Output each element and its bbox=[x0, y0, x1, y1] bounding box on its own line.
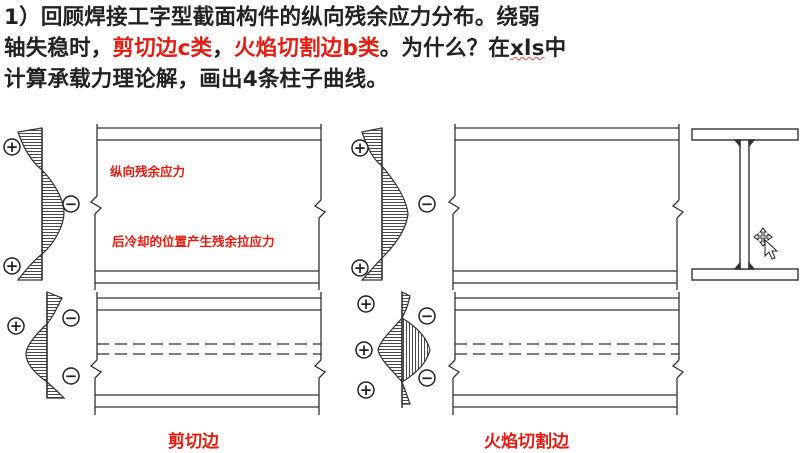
plus-icon: + bbox=[355, 341, 373, 359]
annotation-longitudinal-stress: 纵向残余应力 bbox=[110, 164, 185, 179]
minus-sign-label: − bbox=[65, 309, 78, 327]
minus-icon: − bbox=[418, 195, 436, 213]
stress-profile-top-right bbox=[360, 127, 409, 281]
plus-sign-label: + bbox=[354, 259, 367, 277]
minus-icon: − bbox=[62, 309, 80, 327]
plus-sign-label: + bbox=[10, 317, 23, 335]
minus-sign-label: − bbox=[65, 195, 78, 213]
minus-sign-label: − bbox=[421, 307, 434, 325]
move-cursor-icon bbox=[753, 227, 779, 260]
flange-plan-top-left bbox=[89, 124, 327, 290]
stress-profile-bottom-left bbox=[25, 291, 66, 399]
caption-flame-cut-edge: 火焰切割边 bbox=[484, 431, 570, 452]
plus-icon: + bbox=[7, 317, 25, 335]
minus-sign-label: − bbox=[65, 367, 78, 385]
web-elevation-bottom-right bbox=[447, 292, 685, 415]
stress-profile-top-left bbox=[16, 127, 65, 281]
minus-icon: − bbox=[62, 195, 80, 213]
web-elevation-bottom-left bbox=[89, 292, 327, 415]
plus-sign-label: + bbox=[360, 381, 373, 399]
plus-sign-label: + bbox=[360, 295, 373, 313]
plus-icon: + bbox=[351, 259, 369, 277]
minus-sign-label: − bbox=[421, 369, 434, 387]
plus-icon: + bbox=[351, 139, 369, 157]
plus-icon: + bbox=[357, 295, 375, 313]
plus-sign-label: + bbox=[358, 341, 371, 359]
plus-sign-label: + bbox=[6, 257, 19, 275]
annotation-tension-stress: 后冷却的位置产生残余拉应力 bbox=[112, 234, 275, 249]
plus-icon: + bbox=[3, 138, 21, 156]
minus-icon: − bbox=[62, 367, 80, 385]
plus-icon: + bbox=[3, 257, 21, 275]
stress-diagram: + − + 纵向残余应力 后冷却的位置产生残余拉应力 − + − 剪切边 + −… bbox=[3, 124, 799, 452]
plus-sign-label: + bbox=[354, 139, 367, 157]
minus-sign-label: − bbox=[421, 195, 434, 213]
plus-icon: + bbox=[357, 381, 375, 399]
flange-plan-top-right bbox=[447, 124, 685, 290]
caption-shear-edge: 剪切边 bbox=[168, 431, 220, 452]
i-section-cross-section bbox=[691, 128, 799, 281]
minus-icon: − bbox=[418, 307, 436, 325]
plus-sign-label: + bbox=[6, 138, 19, 156]
minus-icon: − bbox=[418, 369, 436, 387]
